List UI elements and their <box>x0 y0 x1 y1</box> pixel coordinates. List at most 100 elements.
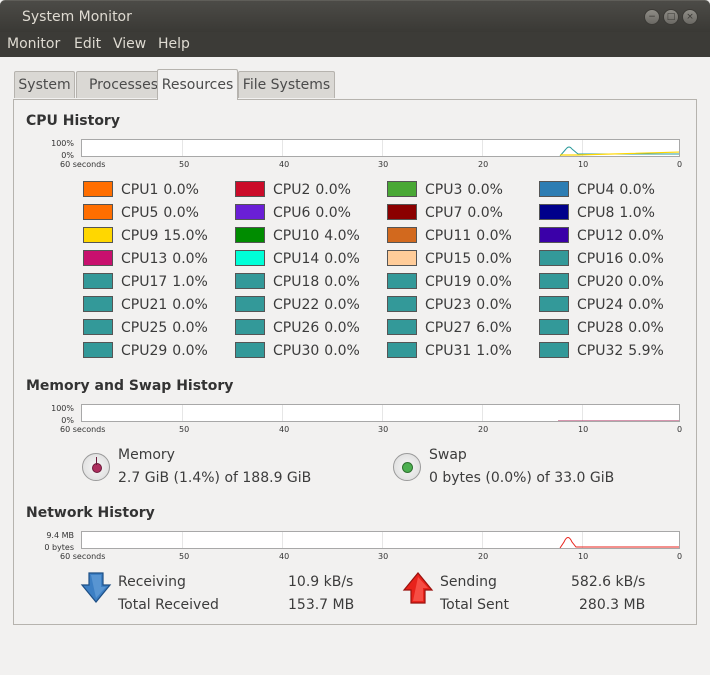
cpu-color-swatch[interactable] <box>83 296 113 312</box>
x-tick-label: 30 <box>378 425 389 434</box>
cpu-usage-value: 0.0% <box>467 205 503 221</box>
cpu-color-swatch[interactable] <box>387 342 417 358</box>
cpu-usage-value: 5.9% <box>628 343 664 359</box>
cpu-color-swatch[interactable] <box>235 227 265 243</box>
cpu-legend-item: CPU14 0.0% <box>235 250 385 268</box>
cpu-color-swatch[interactable] <box>235 342 265 358</box>
cpu-legend-item: CPU16 0.0% <box>539 250 689 268</box>
cpu-legend-item: CPU13 0.0% <box>83 250 233 268</box>
cpu-color-swatch[interactable] <box>83 250 113 266</box>
cpu-usage-value: 0.0% <box>476 228 512 244</box>
cpu-color-swatch[interactable] <box>539 181 569 197</box>
window-controls: − □ × <box>644 9 698 25</box>
cpu-legend-item: CPU24 0.0% <box>539 296 689 314</box>
cpu-color-swatch[interactable] <box>83 181 113 197</box>
cpu-color-swatch[interactable] <box>539 204 569 220</box>
swap-gauge-icon <box>393 453 421 481</box>
cpu-color-swatch[interactable] <box>387 227 417 243</box>
memory-y-max: 100% <box>51 404 74 413</box>
cpu-color-swatch[interactable] <box>539 227 569 243</box>
menu-edit[interactable]: Edit <box>74 36 101 52</box>
tab-system[interactable]: System <box>14 71 75 98</box>
cpu-color-swatch[interactable] <box>539 342 569 358</box>
menu-monitor[interactable]: Monitor <box>7 36 60 52</box>
cpu-color-swatch[interactable] <box>83 342 113 358</box>
cpu-legend-item: CPU8 1.0% <box>539 204 689 222</box>
x-tick-label: 60 seconds <box>60 425 106 434</box>
cpu-color-swatch[interactable] <box>387 250 417 266</box>
cpu-name: CPU14 <box>273 251 320 267</box>
cpu-legend-item: CPU7 0.0% <box>387 204 537 222</box>
cpu-name: CPU6 <box>273 205 311 221</box>
cpu-name: CPU29 <box>121 343 168 359</box>
cpu-color-swatch[interactable] <box>235 181 265 197</box>
total-sent-value: 280.3 MB <box>579 597 646 613</box>
cpu-legend-item: CPU5 0.0% <box>83 204 233 222</box>
window-title: System Monitor <box>22 9 132 25</box>
cpu-legend-item: CPU31 1.0% <box>387 342 537 360</box>
cpu-usage-value: 0.0% <box>163 182 199 198</box>
cpu-color-swatch[interactable] <box>235 296 265 312</box>
x-tick-label: 20 <box>478 425 489 434</box>
cpu-legend-item: CPU25 0.0% <box>83 319 233 337</box>
cpu-legend-item: CPU3 0.0% <box>387 181 537 199</box>
cpu-y-min: 0% <box>61 151 74 160</box>
cpu-color-swatch[interactable] <box>387 273 417 289</box>
cpu-legend-item: CPU17 1.0% <box>83 273 233 291</box>
cpu-color-swatch[interactable] <box>539 273 569 289</box>
cpu-color-swatch[interactable] <box>83 319 113 335</box>
tab-resources[interactable]: Resources <box>157 69 238 100</box>
cpu-name: CPU32 <box>577 343 624 359</box>
cpu-usage-value: 4.0% <box>324 228 360 244</box>
x-tick-label: 10 <box>578 552 589 561</box>
cpu-name: CPU12 <box>577 228 624 244</box>
memory-y-min: 0% <box>61 416 74 425</box>
cpu-usage-value: 0.0% <box>628 297 664 313</box>
cpu-color-swatch[interactable] <box>539 296 569 312</box>
cpu-legend-item: CPU22 0.0% <box>235 296 385 314</box>
cpu-color-swatch[interactable] <box>235 273 265 289</box>
cpu-color-swatch[interactable] <box>539 319 569 335</box>
cpu-legend-item: CPU11 0.0% <box>387 227 537 245</box>
cpu-legend-item: CPU18 0.0% <box>235 273 385 291</box>
cpu-color-swatch[interactable] <box>83 273 113 289</box>
close-icon[interactable]: × <box>682 9 698 25</box>
memory-graph-lines <box>558 420 679 421</box>
maximize-icon[interactable]: □ <box>663 9 679 25</box>
minimize-icon[interactable]: − <box>644 9 660 25</box>
network-graph-lines <box>559 537 679 548</box>
sending-label: Sending <box>440 574 497 590</box>
x-tick-label: 0 <box>677 552 683 561</box>
cpu-color-swatch[interactable] <box>387 319 417 335</box>
cpu-y-max: 100% <box>51 139 74 148</box>
cpu-usage-value: 0.0% <box>476 274 512 290</box>
cpu-legend-item: CPU21 0.0% <box>83 296 233 314</box>
cpu-color-swatch[interactable] <box>387 296 417 312</box>
cpu-name: CPU7 <box>425 205 463 221</box>
cpu-usage-value: 0.0% <box>628 228 664 244</box>
total-received-value: 153.7 MB <box>288 597 355 613</box>
cpu-color-swatch[interactable] <box>235 250 265 266</box>
cpu-name: CPU26 <box>273 320 320 336</box>
cpu-usage-value: 0.0% <box>628 274 664 290</box>
cpu-legend-item: CPU23 0.0% <box>387 296 537 314</box>
menu-view[interactable]: View <box>113 36 146 52</box>
tab-file-systems[interactable]: File Systems <box>238 71 335 98</box>
cpu-usage-value: 0.0% <box>476 251 512 267</box>
cpu-color-swatch[interactable] <box>83 227 113 243</box>
cpu-color-swatch[interactable] <box>235 319 265 335</box>
cpu-name: CPU25 <box>121 320 168 336</box>
x-tick-label: 40 <box>279 160 290 169</box>
cpu-color-swatch[interactable] <box>83 204 113 220</box>
cpu-history-graph <box>81 139 680 157</box>
cpu-history-title: CPU History <box>26 113 120 129</box>
menu-help[interactable]: Help <box>158 36 190 52</box>
cpu-usage-value: 0.0% <box>172 251 208 267</box>
cpu-name: CPU1 <box>121 182 159 198</box>
x-tick-label: 10 <box>578 160 589 169</box>
cpu-color-swatch[interactable] <box>235 204 265 220</box>
receiving-label: Receiving <box>118 574 186 590</box>
cpu-color-swatch[interactable] <box>387 204 417 220</box>
cpu-color-swatch[interactable] <box>539 250 569 266</box>
cpu-color-swatch[interactable] <box>387 181 417 197</box>
